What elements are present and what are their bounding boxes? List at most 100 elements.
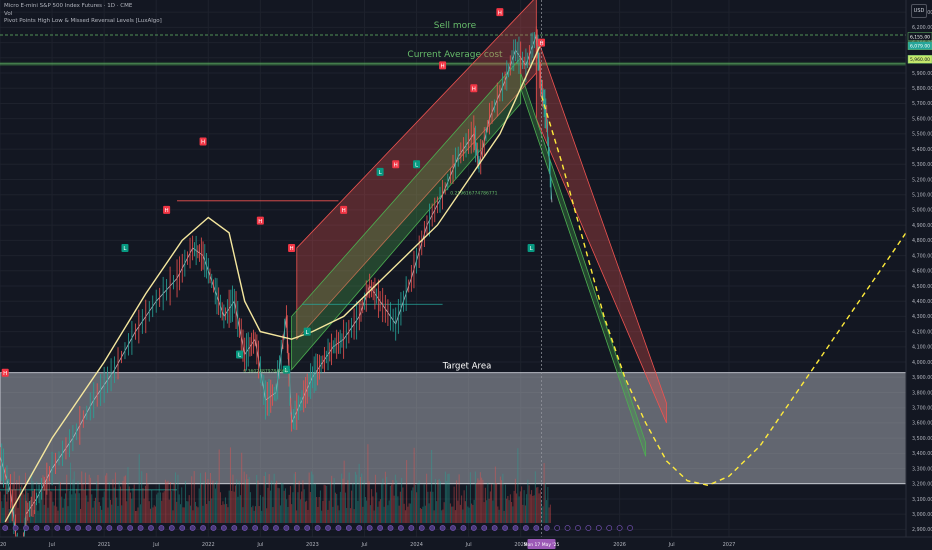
pivot-indicator-label[interactable]: Pivot Points High Low & Missed Reversal …: [4, 18, 162, 26]
volume-bar: [469, 472, 471, 523]
volume-bar: [274, 483, 276, 523]
volume-bar: [316, 497, 318, 523]
event-marker: [273, 525, 279, 531]
volume-bar: [107, 507, 109, 523]
volume-bar: [516, 493, 518, 523]
event-marker: [314, 525, 321, 531]
volume-bar: [3, 494, 5, 523]
volume-bar: [337, 505, 339, 523]
event-marker: [64, 525, 71, 531]
volume-indicator-label[interactable]: Vol: [4, 11, 162, 19]
volume-bar: [307, 509, 309, 523]
volume-bar: [244, 479, 246, 523]
volume-bar: [314, 483, 316, 523]
event-marker: [293, 525, 300, 531]
volume-bar: [338, 510, 340, 523]
volume-bar: [44, 484, 46, 523]
volume-bar: [143, 498, 145, 523]
volume-bar: [488, 498, 490, 523]
volume-bar: [438, 478, 440, 523]
volume-bar: [79, 508, 81, 523]
volume-bar: [277, 487, 279, 523]
volume-bar: [81, 471, 83, 523]
event-marker: [262, 525, 269, 531]
event-marker: [12, 525, 19, 531]
volume-bar: [287, 507, 289, 523]
volume-bar: [54, 486, 56, 523]
volume-bar: [281, 482, 283, 523]
volume-bar: [454, 510, 456, 523]
volume-bar: [252, 505, 254, 523]
volume-bar: [479, 472, 481, 523]
pivot-high-label: H: [472, 86, 476, 92]
volume-bar: [332, 506, 334, 523]
volume-bar: [238, 480, 240, 523]
volume-bar: [474, 471, 476, 523]
volume-bar: [508, 500, 510, 523]
volume-bar: [82, 483, 84, 523]
volume-bar: [419, 507, 421, 523]
volume-bar: [443, 502, 445, 523]
volume-bar: [391, 484, 393, 523]
volume-bar: [377, 506, 379, 523]
pivot-high-label: H: [258, 219, 262, 225]
x-tick-label: Jul: [360, 542, 367, 548]
event-marker: [252, 525, 259, 531]
currency-button[interactable]: USD: [911, 4, 927, 18]
price-tag-label: 6,079.00: [910, 43, 930, 49]
chart-canvas[interactable]: Target AreaCurrent Average costSell more…: [0, 0, 932, 550]
event-marker: [554, 525, 561, 531]
volume-bar: [549, 504, 551, 523]
volume-bar: [157, 492, 159, 523]
volume-bar: [271, 480, 273, 523]
volume-bar: [78, 493, 80, 523]
volume-bar: [346, 508, 348, 523]
volume-bar: [466, 485, 468, 523]
volume-bar: [292, 492, 294, 523]
volume-bar: [57, 510, 59, 523]
event-marker: [481, 525, 488, 531]
volume-bar: [422, 506, 424, 523]
volume-bar: [99, 505, 101, 523]
volume-bar: [159, 492, 161, 523]
volume-bar: [4, 484, 6, 523]
volume-bar: [416, 492, 418, 523]
volume-bar: [164, 479, 166, 523]
volume-bar: [541, 499, 543, 523]
volume-bar: [17, 507, 19, 523]
volume-bar: [121, 505, 123, 523]
volume-bar: [126, 501, 128, 523]
x-tick-label: Jul: [668, 542, 675, 548]
volume-bar: [546, 500, 548, 523]
volume-bar: [191, 476, 193, 523]
y-tick-label: 5,500.00: [912, 132, 932, 138]
volume-bar: [467, 506, 469, 523]
y-tick-label: 4,700.00: [912, 253, 932, 259]
volume-bar: [149, 508, 151, 523]
event-marker: [75, 525, 82, 531]
volume-bar: [496, 483, 498, 523]
volume-bar: [303, 489, 305, 523]
volume-bar: [507, 496, 509, 523]
volume-bar: [223, 504, 225, 523]
volume-bar: [468, 507, 470, 523]
volume-bar: [326, 485, 328, 523]
volume-bar: [62, 507, 64, 523]
symbol-line: Micro E-mini S&P 500 Index Futures · 1D …: [4, 3, 133, 9]
volume-bar: [154, 506, 156, 523]
volume-bar: [494, 466, 496, 523]
volume-bar: [197, 507, 199, 523]
event-marker: [137, 525, 144, 531]
volume-bar: [98, 502, 100, 523]
volume-bar: [136, 510, 138, 523]
volume-bar: [131, 498, 133, 523]
volume-bar: [463, 490, 465, 523]
volume-bar: [491, 484, 493, 523]
volume-bar: [194, 501, 196, 523]
volume-bar: [368, 481, 370, 523]
volume-bar: [431, 450, 433, 523]
volume-bar: [327, 509, 329, 523]
volume-bar: [153, 505, 155, 523]
event-marker: [168, 525, 175, 531]
pivot-high-label: H: [342, 208, 346, 214]
